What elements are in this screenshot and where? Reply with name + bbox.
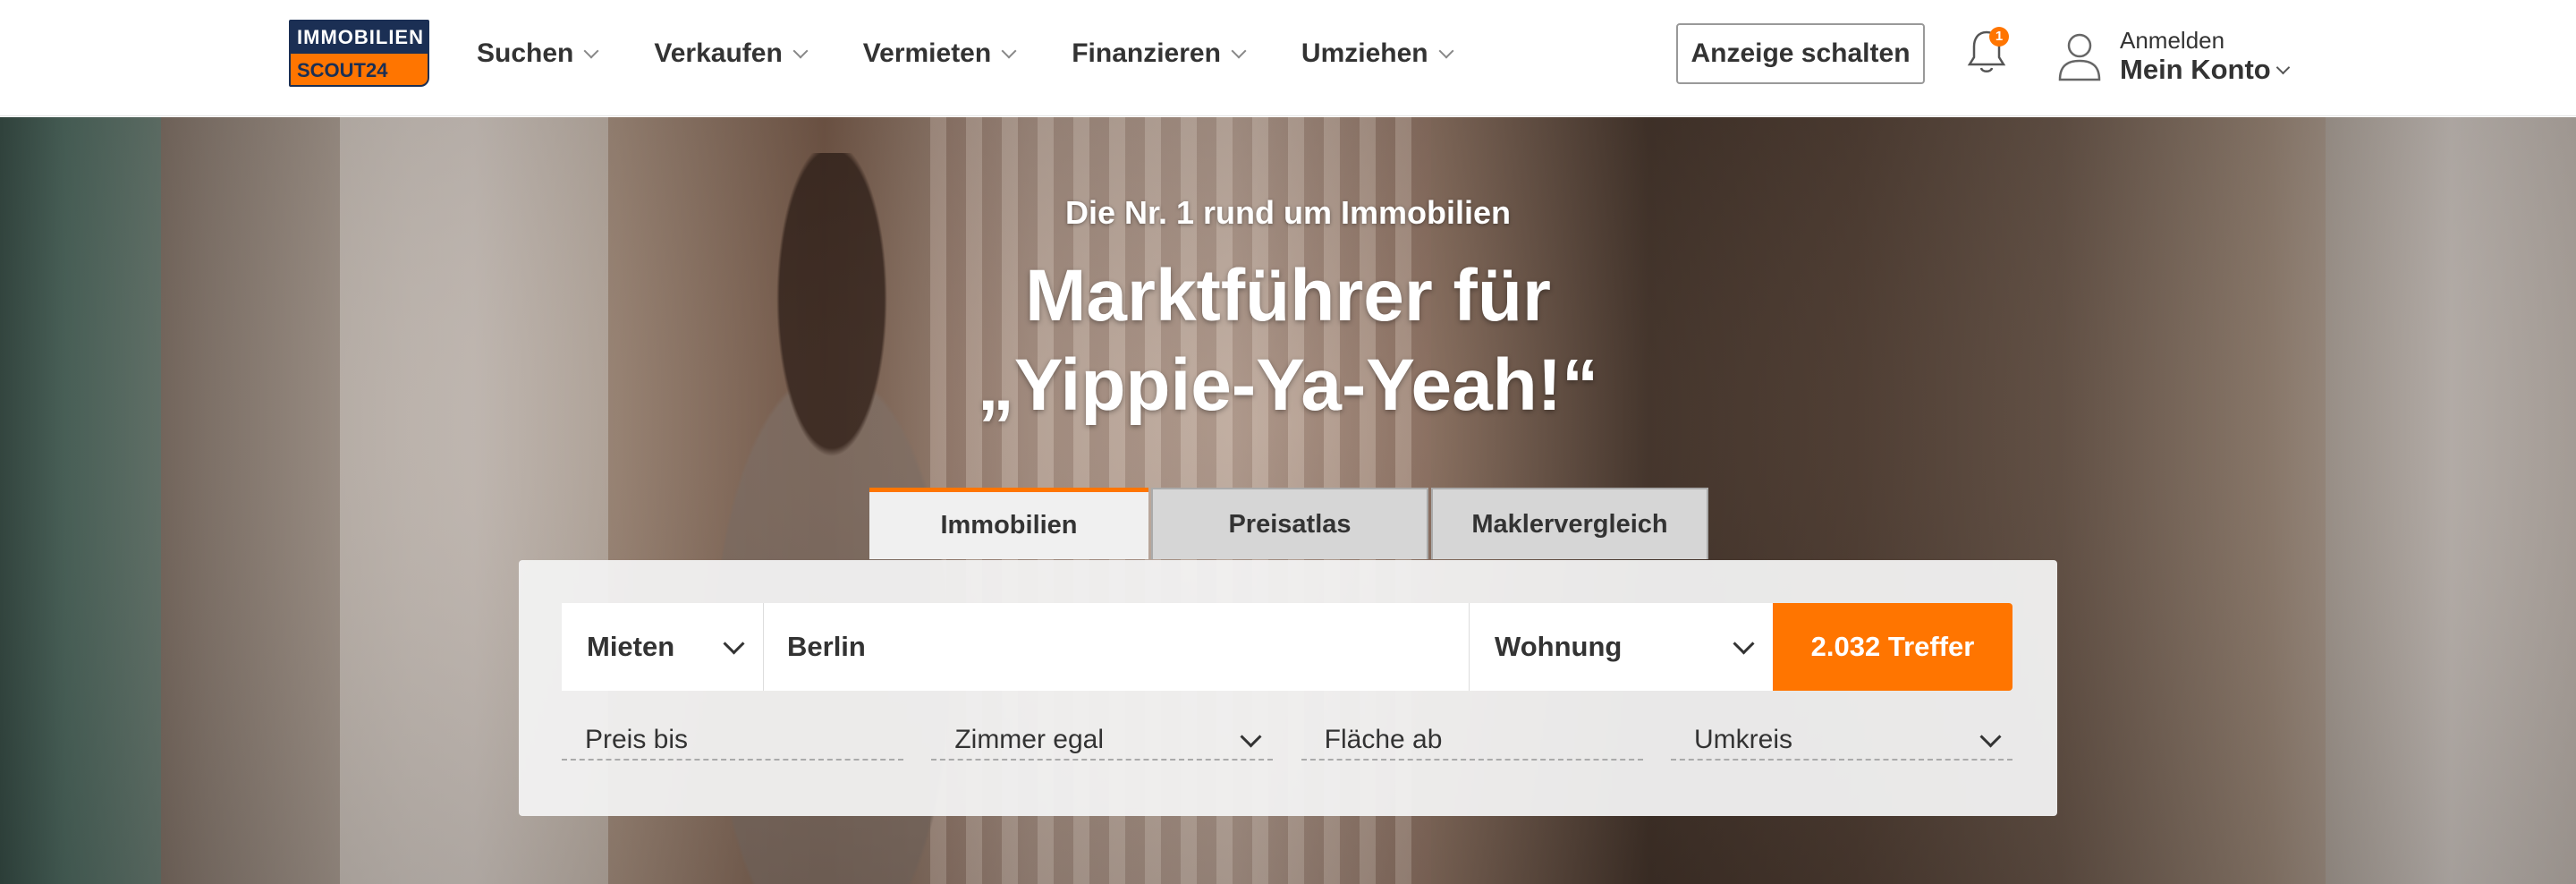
- search-panel: Mieten Wohnung 2.032 Treffer Preis bis Z…: [519, 560, 2057, 816]
- chevron-down-icon: [583, 43, 599, 59]
- radius-label: Umkreis: [1693, 725, 1792, 754]
- tab-maklervergleich[interactable]: Maklervergleich: [1431, 488, 1708, 559]
- search-filter-row: Preis bis Zimmer egal Fläche ab Umkreis: [562, 721, 2012, 761]
- place-ad-button[interactable]: Anzeige schalten: [1676, 23, 1925, 84]
- chevron-down-icon: [1438, 43, 1454, 59]
- price-max-filter[interactable]: Preis bis: [562, 721, 903, 761]
- nav-item-verkaufen[interactable]: Verkaufen: [654, 38, 809, 69]
- tab-immobilien[interactable]: Immobilien: [869, 488, 1148, 559]
- chevron-down-icon: [1733, 632, 1755, 655]
- user-icon: [2058, 33, 2101, 81]
- nav-item-umziehen[interactable]: Umziehen: [1301, 38, 1454, 69]
- my-account-text: Mein Konto: [2120, 54, 2271, 85]
- rooms-label: Zimmer egal: [954, 725, 1105, 754]
- immobilienscout24-logo[interactable]: IMMOBILIEN SCOUT24: [289, 20, 429, 87]
- search-main-row: Mieten Wohnung 2.032 Treffer: [562, 603, 2012, 691]
- nav-label: Umziehen: [1301, 38, 1428, 68]
- chevron-down-icon: [792, 43, 809, 59]
- radius-filter[interactable]: Umkreis: [1670, 721, 2012, 761]
- my-account-label: Mein Konto: [2120, 54, 2291, 86]
- chevron-down-icon: [1001, 43, 1017, 59]
- hero-title: Marktführer für „Yippie-Ya-Yeah!“: [0, 251, 2576, 430]
- nav-item-finanzieren[interactable]: Finanzieren: [1072, 38, 1247, 69]
- notification-count-badge: 1: [1989, 27, 2009, 47]
- nav-label: Finanzieren: [1072, 38, 1221, 68]
- site-header: IMMOBILIEN SCOUT24 Suchen Verkaufen Verm…: [0, 0, 2576, 116]
- login-label: Anmelden: [2120, 27, 2225, 54]
- logo-line2: SCOUT24: [291, 54, 428, 85]
- hero-title-line1: Marktführer für: [1025, 255, 1551, 336]
- nav-label: Vermieten: [862, 38, 992, 68]
- rent-buy-value: Mieten: [587, 631, 675, 662]
- property-type-select[interactable]: Wohnung: [1469, 603, 1773, 691]
- area-min-label: Fläche ab: [1324, 725, 1443, 754]
- account-menu[interactable]: Anmelden Mein Konto: [2057, 25, 2291, 88]
- nav-item-vermieten[interactable]: Vermieten: [862, 38, 1017, 69]
- nav-item-suchen[interactable]: Suchen: [477, 38, 599, 69]
- chevron-down-icon: [723, 632, 745, 655]
- rooms-filter[interactable]: Zimmer egal: [931, 721, 1274, 761]
- property-type-value: Wohnung: [1495, 631, 1623, 662]
- search-tabs: Immobilien Preisatlas Maklervergleich: [869, 488, 1711, 559]
- chevron-down-icon: [1979, 725, 2002, 748]
- price-max-label: Preis bis: [585, 725, 689, 754]
- chevron-down-icon: [1240, 725, 1262, 748]
- hero-subtitle: Die Nr. 1 rund um Immobilien: [1064, 194, 1512, 231]
- area-min-filter[interactable]: Fläche ab: [1301, 721, 1643, 761]
- show-results-button[interactable]: 2.032 Treffer: [1773, 603, 2012, 691]
- location-input[interactable]: [764, 603, 1469, 691]
- rent-buy-select[interactable]: Mieten: [562, 603, 764, 691]
- tab-preisatlas[interactable]: Preisatlas: [1151, 488, 1428, 559]
- logo-line1: IMMOBILIEN: [291, 21, 428, 54]
- hero-title-line2: „Yippie-Ya-Yeah!“: [977, 344, 1599, 426]
- chevron-down-icon: [1231, 43, 1247, 59]
- main-nav: Suchen Verkaufen Vermieten Finanzieren U…: [477, 0, 1509, 107]
- nav-label: Verkaufen: [654, 38, 783, 68]
- chevron-down-icon: [2275, 60, 2291, 75]
- nav-label: Suchen: [477, 38, 574, 68]
